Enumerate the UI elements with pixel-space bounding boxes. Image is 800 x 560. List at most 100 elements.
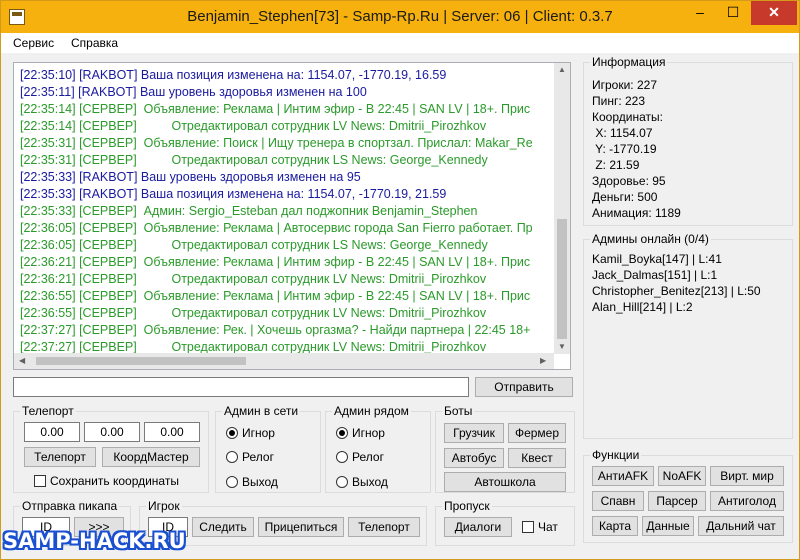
scroll-left-icon[interactable]: ◀ xyxy=(19,356,25,365)
chat-line: [22:35:14] [СЕРВЕР] Отредактировал сотру… xyxy=(20,119,487,133)
radio-icon xyxy=(336,476,348,488)
admins-online-panel: Админы онлайн (0/4) Kamil_Boyka[147] | L… xyxy=(583,232,793,439)
scroll-down-icon[interactable]: ▼ xyxy=(558,342,566,351)
chat-input[interactable] xyxy=(13,377,469,397)
save-coords-checkbox[interactable] xyxy=(34,475,46,487)
save-coords-label: Сохранить координаты xyxy=(50,474,179,488)
data-button[interactable]: Данные xyxy=(642,516,694,536)
radio-icon xyxy=(226,476,238,488)
menu-bar: Сервис Справка xyxy=(1,33,799,53)
admin-entry: Kamil_Boyka[147] | L:41 xyxy=(592,252,722,266)
functions-panel: Функции АнтиAFK NoAFK Вирт. мир Спавн Па… xyxy=(583,448,793,543)
minimize-button[interactable]: – xyxy=(685,1,715,25)
chat-vertical-scrollbar[interactable]: ▲ ▼ xyxy=(554,63,570,354)
dialogs-skip-button[interactable]: Диалоги xyxy=(444,517,512,537)
loader-bot-button[interactable]: Грузчик xyxy=(444,423,504,443)
antiafk-button[interactable]: АнтиAFK xyxy=(592,466,654,486)
player-teleport-button[interactable]: Телепорт xyxy=(348,517,420,537)
radio-icon xyxy=(226,451,238,463)
driving-school-bot-button[interactable]: Автошкола xyxy=(444,472,566,492)
chat-line: [22:35:31] [СЕРВЕР] Объявление: Поиск | … xyxy=(20,136,533,150)
admin-near-panel: Админ рядом Игнор Релог Выход xyxy=(325,404,431,493)
admin-net-title: Админ в сети xyxy=(222,404,301,418)
bots-panel: Боты Грузчик Фермер Автобус Квест Автошк… xyxy=(435,404,575,493)
radio-icon xyxy=(336,451,348,463)
main-window: Benjamin_Stephen[73] - Samp-Rp.Ru | Serv… xyxy=(0,0,800,560)
info-line: Координаты: xyxy=(592,110,663,124)
scroll-right-icon[interactable]: ▶ xyxy=(540,356,546,365)
chat-line: [22:35:33] [RAKBOT] Ваша позиция изменен… xyxy=(20,187,447,201)
map-button[interactable]: Карта xyxy=(592,516,638,536)
functions-title: Функции xyxy=(590,448,642,462)
info-line: Пинг: 223 xyxy=(592,94,646,108)
bots-title: Боты xyxy=(442,404,475,418)
noafk-button[interactable]: NoAFK xyxy=(658,466,706,486)
info-line: Z: 21.59 xyxy=(592,158,640,172)
coordmaster-button[interactable]: КоордМастер xyxy=(102,447,200,467)
chat-line: [22:36:05] [СЕРВЕР] Объявление: Реклама … xyxy=(20,221,533,235)
info-line: Игроки: 227 xyxy=(592,78,657,92)
chat-line: [22:35:10] [RAKBOT] Ваша позиция изменен… xyxy=(20,68,447,82)
radio-selected-icon xyxy=(336,427,348,439)
chat-line: [22:35:11] [RAKBOT] Ваш уровень здоровья… xyxy=(20,85,367,99)
admin-near-title: Админ рядом xyxy=(332,404,411,418)
attach-button[interactable]: Прицепиться xyxy=(258,517,344,537)
scroll-up-icon[interactable]: ▲ xyxy=(558,65,566,74)
teleport-button[interactable]: Телепорт xyxy=(24,447,96,467)
send-button[interactable]: Отправить xyxy=(475,377,573,397)
virtual-world-button[interactable]: Вирт. мир xyxy=(710,466,784,486)
chat-line: [22:37:27] [СЕРВЕР] Объявление: Рек. | Х… xyxy=(20,323,531,337)
skip-panel: Пропуск Диалоги Чат xyxy=(435,499,575,546)
info-line: Y: -1770.19 xyxy=(592,142,657,156)
chat-vertical-thumb[interactable] xyxy=(557,219,567,339)
maximize-button[interactable]: ☐ xyxy=(718,1,748,25)
chat-horizontal-thumb[interactable] xyxy=(36,357,246,365)
info-line: Анимация: 1189 xyxy=(592,206,681,220)
quest-bot-button[interactable]: Квест xyxy=(508,448,566,468)
watermark-text: SAMP-HACK.RU xyxy=(3,529,186,553)
chat-horizontal-scrollbar[interactable]: ◀ ▶ xyxy=(14,353,554,369)
farmer-bot-button[interactable]: Фермер xyxy=(508,423,566,443)
chat-line: [22:36:21] [СЕРВЕР] Отредактировал сотру… xyxy=(20,272,487,286)
info-line: Деньги: 500 xyxy=(592,190,658,204)
follow-button[interactable]: Следить xyxy=(192,517,254,537)
parser-button[interactable]: Парсер xyxy=(648,491,706,511)
antihunger-button[interactable]: Антиголод xyxy=(710,491,784,511)
radio-selected-icon xyxy=(226,427,238,439)
admins-online-title: Админы онлайн (0/4) xyxy=(590,232,711,246)
skip-title: Пропуск xyxy=(442,499,492,513)
pickup-title: Отправка пикапа xyxy=(20,499,120,513)
chat-log[interactable]: [22:35:10] [RAKBOT] Ваша позиция изменен… xyxy=(13,62,571,370)
info-lines: Игроки: 227 Пинг: 223 Координаты: X: 1154.… xyxy=(592,77,681,221)
chat-line: [22:36:55] [СЕРВЕР] Объявление: Реклама … xyxy=(20,289,531,303)
chat-line: [22:36:55] [СЕРВЕР] Отредактировал сотру… xyxy=(20,306,487,320)
chat-line: [22:35:14] [СЕРВЕР] Объявление: Реклама … xyxy=(20,102,531,116)
chat-line: [22:36:05] [СЕРВЕР] Отредактировал сотру… xyxy=(20,238,488,252)
chat-line: [22:36:21] [СЕРВЕР] Объявление: Реклама … xyxy=(20,255,531,269)
admin-entry: Jack_Dalmas[151] | L:1 xyxy=(592,268,718,282)
info-title: Информация xyxy=(590,55,668,69)
chat-line: [22:35:31] [СЕРВЕР] Отредактировал сотру… xyxy=(20,153,488,167)
admin-entry: Alan_Hill[214] | L:2 xyxy=(592,300,693,314)
menu-help[interactable]: Справка xyxy=(71,36,118,50)
title-bar[interactable]: Benjamin_Stephen[73] - Samp-Rp.Ru | Serv… xyxy=(1,1,799,33)
teleport-panel: Телепорт 0.00 0.00 0.00 Телепорт КоордМа… xyxy=(13,404,209,493)
info-panel: Информация Игроки: 227 Пинг: 223 Координат… xyxy=(583,55,793,226)
long-chat-button[interactable]: Дальний чат xyxy=(698,516,784,536)
teleport-x-field[interactable]: 0.00 xyxy=(24,422,80,442)
teleport-title: Телепорт xyxy=(20,404,76,418)
teleport-y-field[interactable]: 0.00 xyxy=(84,422,140,442)
chat-skip-checkbox[interactable] xyxy=(522,521,534,533)
info-line: X: 1154.07 xyxy=(592,126,653,140)
admin-entry: Christopher_Benitez[213] | L:50 xyxy=(592,284,761,298)
window-title: Benjamin_Stephen[73] - Samp-Rp.Ru | Serv… xyxy=(187,8,613,25)
close-button[interactable]: ✕ xyxy=(751,1,797,25)
teleport-z-field[interactable]: 0.00 xyxy=(144,422,200,442)
chat-skip-label: Чат xyxy=(538,520,558,534)
spawn-button[interactable]: Спавн xyxy=(592,491,644,511)
menu-service[interactable]: Сервис xyxy=(13,36,54,50)
chat-line: [22:35:33] [СЕРВЕР] Админ: Sergio_Esteba… xyxy=(20,204,478,218)
admin-net-panel: Админ в сети Игнор Релог Выход xyxy=(215,404,321,493)
chat-lines: [22:35:10] [RAKBOT] Ваша позиция изменен… xyxy=(20,67,556,357)
bus-bot-button[interactable]: Автобус xyxy=(444,448,504,468)
